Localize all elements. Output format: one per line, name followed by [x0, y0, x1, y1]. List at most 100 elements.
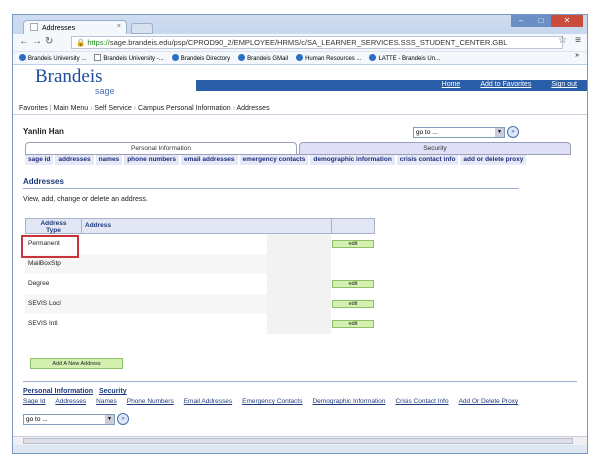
brandeis-logo[interactable]: Brandeis [35, 66, 103, 88]
bookmark-item[interactable]: Brandeis University -... [94, 54, 164, 62]
edit-button[interactable]: edit [332, 300, 374, 308]
reload-icon[interactable]: ↻ [45, 36, 56, 47]
tab-security[interactable]: Security [299, 142, 571, 154]
subnav-emergency-contacts[interactable]: emergency contacts [239, 155, 311, 165]
breadcrumb-campus-personal[interactable]: Campus Personal Information [138, 105, 231, 112]
url-scheme: https:// [87, 38, 110, 47]
table-row: SEVIS Locl edit [25, 294, 375, 314]
add-new-address-button[interactable]: Add A New Address [30, 358, 123, 369]
footer-primary-links: Personal Information Security [23, 388, 131, 395]
maximize-icon[interactable]: □ [531, 15, 551, 27]
bookmark-item[interactable]: Brandeis University ... [19, 54, 86, 62]
divider [23, 188, 519, 189]
url-input[interactable]: 🔒 https://sage.brandeis.edu/psp/CPROD90_2… [71, 36, 563, 49]
col-address: Address [82, 219, 332, 233]
page-content: Brandeis sage Home Add to Favorites Sign… [13, 65, 587, 445]
footer-link[interactable]: Sage Id [23, 398, 45, 405]
subnav-demographic-information[interactable]: demographic information [310, 155, 397, 165]
breadcrumb-main-menu[interactable]: Main Menu [54, 105, 89, 112]
section-intro: View, add, change or delete an address. [23, 196, 148, 203]
page-icon [30, 23, 38, 31]
footer-link[interactable]: Names [96, 398, 117, 405]
address-type: SEVIS Locl [25, 294, 81, 314]
home-link[interactable]: Home [442, 81, 461, 91]
browser-chrome: Addresses × – □ ✕ ←→↻ 🔒 https://sage.bran… [13, 15, 587, 65]
sub-navigation: sage id addresses names phone numbers em… [25, 154, 571, 165]
breadcrumb-self-service[interactable]: Self Service [94, 105, 131, 112]
forward-arrow-icon[interactable]: → [32, 36, 45, 47]
footer-links: Sage Id Addresses Names Phone Numbers Em… [23, 398, 528, 405]
site-header: Brandeis sage Home Add to Favorites Sign… [13, 65, 587, 101]
highlight-box [21, 235, 79, 258]
subnav-phone-numbers[interactable]: phone numbers [124, 155, 181, 165]
tab-personal-information[interactable]: Personal Information [25, 142, 297, 154]
subnav-email-addresses[interactable]: email addresses [180, 155, 240, 165]
add-to-favorites-link[interactable]: Add to Favorites [480, 81, 531, 91]
col-address-type: Address Type [26, 219, 82, 234]
edit-button[interactable]: edit [332, 320, 374, 328]
back-arrow-icon[interactable]: ← [19, 36, 32, 47]
nav-buttons: ←→↻ [19, 36, 56, 47]
section-title: Addresses [23, 177, 64, 186]
globe-icon [238, 54, 246, 61]
go-button[interactable]: » [507, 126, 519, 138]
globe-icon [296, 54, 304, 61]
grid-header: Address Type Address [25, 218, 375, 234]
footer-link[interactable]: Email Addresses [184, 398, 232, 405]
scrollbar-thumb[interactable] [23, 438, 573, 444]
goto-select[interactable]: go to ... ▼ [413, 127, 505, 138]
subnav-addresses[interactable]: addresses [55, 155, 96, 165]
bookmarks-overflow-icon[interactable]: » [575, 52, 579, 59]
address-bar: ←→↻ 🔒 https://sage.brandeis.edu/psp/CPROD… [13, 34, 587, 51]
bookmark-item[interactable]: LATTE - Brandeis Un... [369, 54, 440, 62]
page-icon [94, 54, 102, 61]
close-window-icon[interactable]: ✕ [551, 15, 583, 27]
minimize-icon[interactable]: – [511, 15, 531, 27]
breadcrumb-addresses: Addresses [236, 105, 270, 112]
lock-icon: 🔒 [76, 38, 86, 47]
table-row: Degree edit [25, 274, 375, 294]
footer-link[interactable]: Add Or Delete Proxy [459, 398, 519, 405]
edit-button[interactable]: edit [332, 280, 374, 288]
divider [23, 381, 577, 382]
bookmark-item[interactable]: Brandeis Directory [171, 54, 230, 62]
footer-link[interactable]: Addresses [55, 398, 86, 405]
footer-link[interactable]: Demographic Information [312, 398, 385, 405]
footer-link[interactable]: Crisis Contact Info [395, 398, 448, 405]
browser-tab[interactable]: Addresses × [23, 20, 127, 34]
subnav-add-or-delete-proxy[interactable]: add or delete proxy [460, 155, 529, 165]
horizontal-scrollbar[interactable] [13, 436, 587, 445]
menu-icon[interactable]: ≡ [575, 35, 581, 46]
chevron-down-icon: ▼ [105, 415, 114, 424]
breadcrumb-favorites[interactable]: Favorites [19, 105, 48, 112]
tab-title: Addresses [42, 25, 76, 32]
address-type: Degree [28, 280, 50, 287]
bookmark-item[interactable]: Human Resources ... [296, 54, 361, 62]
globe-icon [171, 54, 179, 61]
bookmark-item[interactable]: Brandeis GMail [238, 54, 288, 62]
breadcrumb: Favorites | Main Menu › Self Service › C… [19, 105, 270, 112]
footer-security-link[interactable]: Security [99, 388, 127, 395]
close-tab-icon[interactable]: × [117, 23, 121, 30]
subnav-names[interactable]: names [95, 155, 125, 165]
subnav-sage-id[interactable]: sage id [25, 155, 56, 165]
footer-link[interactable]: Phone Numbers [127, 398, 174, 405]
goto-select-bottom[interactable]: go to ... ▼ [23, 414, 115, 425]
divider [13, 114, 587, 115]
new-tab-button[interactable] [131, 23, 153, 34]
sage-logo: sage [95, 86, 115, 96]
edit-button[interactable]: edit [332, 240, 374, 248]
subnav-crisis-contact-info[interactable]: crisis contact info [396, 155, 461, 165]
chevron-down-icon: ▼ [495, 128, 504, 137]
header-links: Home Add to Favorites Sign out [196, 80, 587, 91]
sign-out-link[interactable]: Sign out [551, 81, 577, 91]
table-row: SEVIS Intl edit [25, 314, 375, 334]
globe-icon [369, 54, 377, 61]
go-button-bottom[interactable]: » [117, 413, 129, 425]
address-type: SEVIS Intl [28, 320, 58, 327]
bookmark-star-icon[interactable]: ☆ [558, 35, 567, 46]
footer-personal-information-link[interactable]: Personal Information [23, 388, 93, 395]
user-name: Yanlin Han [23, 127, 64, 136]
footer-link[interactable]: Emergency Contacts [242, 398, 302, 405]
bookmarks-bar: Brandeis University ... Brandeis Univers… [13, 51, 587, 64]
